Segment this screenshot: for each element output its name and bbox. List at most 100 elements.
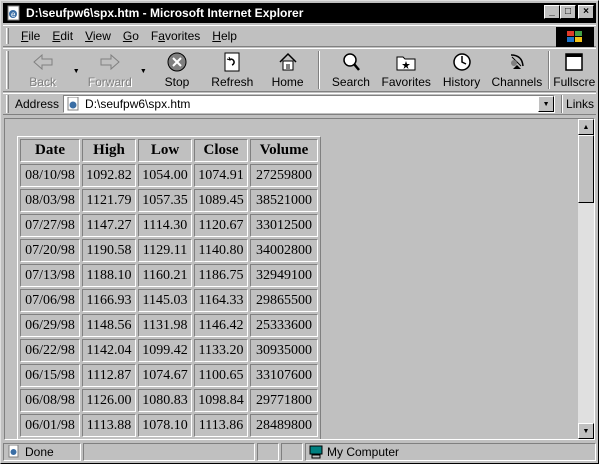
cell-high: 1112.87 [82, 364, 136, 387]
windows-logo-icon [556, 27, 594, 47]
column-header-date: Date [20, 139, 80, 162]
status-bar: Done My Computer [3, 442, 596, 462]
cell-date: 07/06/98 [20, 289, 80, 312]
menu-favorites[interactable]: Favorites [145, 29, 206, 43]
cell-volume: 33107600 [250, 364, 318, 387]
cell-high: 1113.88 [82, 414, 136, 437]
cell-low: 1080.83 [138, 389, 192, 412]
ie-window: e D:\seufpw6\spx.htm - Microsoft Interne… [0, 0, 599, 464]
cell-close: 1113.86 [194, 414, 248, 437]
address-value: D:\seufpw6\spx.htm [85, 97, 191, 111]
refresh-button[interactable]: Refresh [205, 49, 260, 91]
menu-go[interactable]: Go [117, 29, 145, 43]
cell-close: 1140.80 [194, 239, 248, 262]
browser-content-area[interactable]: Date High Low Close Volume 08/10/98 1092.… [4, 118, 595, 440]
menu-view[interactable]: View [79, 29, 117, 43]
address-grip[interactable] [6, 95, 9, 113]
links-button[interactable]: Links [566, 97, 594, 111]
cell-low: 1057.35 [138, 189, 192, 212]
table-row: 06/29/98 1148.56 1131.98 1146.42 25333600 [20, 314, 318, 337]
address-input[interactable]: D:\seufpw6\spx.htm ▼ [63, 95, 556, 113]
title-bar[interactable]: e D:\seufpw6\spx.htm - Microsoft Interne… [3, 3, 596, 23]
menu-help[interactable]: Help [206, 29, 243, 43]
back-button[interactable]: Back [15, 49, 70, 91]
status-pane-small-1 [257, 443, 279, 461]
favorites-button[interactable]: Favorites [379, 49, 434, 91]
scroll-thumb[interactable] [578, 135, 594, 203]
forward-arrow-icon [100, 53, 120, 71]
menu-bar: File Edit View Go Favorites Help [3, 25, 596, 47]
back-dropdown-arrow[interactable]: ▼ [70, 49, 82, 91]
cell-date: 07/13/98 [20, 264, 80, 287]
status-text-pane: Done [3, 443, 81, 461]
history-icon [452, 53, 471, 71]
scroll-up-button[interactable]: ▲ [578, 119, 594, 135]
cell-close: 1074.91 [194, 164, 248, 187]
cell-close: 1120.67 [194, 214, 248, 237]
table-row: 08/03/98 1121.79 1057.35 1089.45 38521000 [20, 189, 318, 212]
close-button[interactable]: × [578, 5, 594, 19]
cell-date: 06/15/98 [20, 364, 80, 387]
cell-date: 08/03/98 [20, 189, 80, 212]
svg-text:e: e [11, 10, 16, 19]
cell-volume: 32949100 [250, 264, 318, 287]
stop-button[interactable]: Stop [149, 49, 204, 91]
standard-toolbar: Back ▼ Forward ▼ Stop Refresh Home Searc… [3, 48, 596, 92]
toolbar-grip[interactable] [6, 51, 9, 89]
security-zone-label: My Computer [327, 445, 400, 459]
table-row: 06/22/98 1142.04 1099.42 1133.20 30935000 [20, 339, 318, 362]
table-row: 06/01/98 1113.88 1078.10 1113.86 28489800 [20, 414, 318, 437]
address-dropdown-arrow[interactable]: ▼ [538, 96, 555, 112]
cell-low: 1074.67 [138, 364, 192, 387]
cell-close: 1146.42 [194, 314, 248, 337]
page-body: Date High Low Close Volume 08/10/98 1092.… [5, 119, 578, 439]
cell-volume: 33012500 [250, 214, 318, 237]
favorites-folder-icon [396, 56, 416, 71]
menu-edit[interactable]: Edit [46, 29, 79, 43]
cell-low: 1114.30 [138, 214, 192, 237]
refresh-icon [224, 52, 240, 72]
search-button[interactable]: Search [323, 49, 378, 91]
forward-dropdown-arrow[interactable]: ▼ [137, 49, 149, 91]
cell-date: 07/20/98 [20, 239, 80, 262]
forward-button[interactable]: Forward [82, 49, 137, 91]
progress-pane [83, 443, 255, 461]
address-label: Address [15, 97, 60, 111]
security-zone-pane: My Computer [305, 443, 596, 461]
table-row: 08/10/98 1092.82 1054.00 1074.91 27259800 [20, 164, 318, 187]
cell-high: 1148.56 [82, 314, 136, 337]
channels-button[interactable]: Channels [489, 49, 544, 91]
home-button[interactable]: Home [260, 49, 315, 91]
column-header-volume: Volume [250, 139, 318, 162]
column-header-high: High [82, 139, 136, 162]
table-row: 06/08/98 1126.00 1080.83 1098.84 29771800 [20, 389, 318, 412]
back-arrow-icon [32, 53, 53, 71]
maximize-button[interactable]: □ [560, 5, 576, 19]
table-row: 07/20/98 1190.58 1129.11 1140.80 34002800 [20, 239, 318, 262]
cell-close: 1100.65 [194, 364, 248, 387]
cell-low: 1054.00 [138, 164, 192, 187]
cell-high: 1166.93 [82, 289, 136, 312]
channels-satellite-icon [510, 54, 524, 69]
fullscreen-button[interactable]: Fullscre [553, 49, 596, 91]
cell-date: 06/01/98 [20, 414, 80, 437]
column-header-low: Low [138, 139, 192, 162]
cell-close: 1089.45 [194, 189, 248, 212]
menu-file[interactable]: File [15, 29, 46, 43]
cell-low: 1129.11 [138, 239, 192, 262]
cell-date: 06/29/98 [20, 314, 80, 337]
toolbar-separator-2 [547, 51, 550, 89]
column-header-close: Close [194, 139, 248, 162]
links-separator [561, 95, 564, 113]
vertical-scrollbar[interactable]: ▲ ▼ [578, 119, 594, 439]
search-icon [343, 53, 360, 71]
cell-volume: 34002800 [250, 239, 318, 262]
minimize-button[interactable]: _ [544, 5, 560, 19]
table-row: 07/06/98 1166.93 1145.03 1164.33 29865500 [20, 289, 318, 312]
menu-grip[interactable] [6, 28, 9, 44]
cell-volume: 30935000 [250, 339, 318, 362]
history-button[interactable]: History [434, 49, 489, 91]
cell-high: 1092.82 [82, 164, 136, 187]
cell-close: 1164.33 [194, 289, 248, 312]
scroll-down-button[interactable]: ▼ [578, 423, 594, 439]
